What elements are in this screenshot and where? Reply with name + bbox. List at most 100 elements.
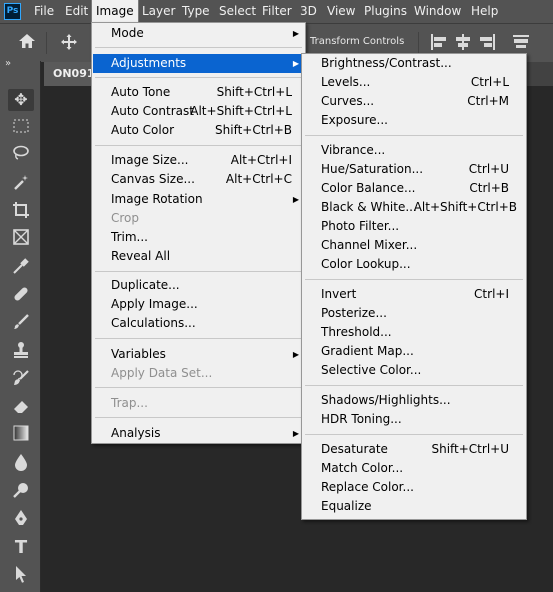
menu-item-channel-mixer[interactable]: Channel Mixer...	[303, 236, 525, 255]
menu-item-shortcut: Shift+Ctrl+L	[216, 85, 292, 99]
menu-item-invert[interactable]: Invert Ctrl+I	[303, 285, 525, 304]
menu-file[interactable]: File	[30, 0, 58, 23]
menu-item-image-rotation[interactable]: Image Rotation ▶	[93, 190, 304, 209]
brush-tool-icon[interactable]	[8, 313, 34, 335]
image-menu: Mode ▶ Adjustments ▶ Auto Tone Shift+Ctrl+L…	[91, 22, 306, 444]
menu-item-color-balance[interactable]: Color Balance... Ctrl+B	[303, 179, 525, 198]
menu-window[interactable]: Window	[410, 0, 465, 23]
menu-item-threshold[interactable]: Threshold...	[303, 323, 525, 342]
menu-item-label: HDR Toning...	[321, 412, 402, 426]
menu-item-auto-contrast[interactable]: Auto Contrast Alt+Shift+Ctrl+L	[93, 102, 304, 121]
submenu-arrow-icon: ▶	[292, 429, 299, 438]
menu-item-label: Curves...	[321, 94, 375, 108]
menu-help[interactable]: Help	[467, 0, 502, 23]
healing-tool-icon[interactable]	[8, 285, 34, 307]
dodge-tool-icon[interactable]	[8, 481, 34, 503]
photoshop-logo[interactable]: Ps	[4, 3, 21, 20]
menu-item-canvas-size[interactable]: Canvas Size... Alt+Ctrl+C	[93, 170, 304, 189]
menu-type[interactable]: Type	[178, 0, 214, 23]
menu-item-selective-color[interactable]: Selective Color...	[303, 361, 525, 380]
align-left-icon[interactable]	[430, 33, 448, 51]
menu-separator	[305, 135, 523, 136]
frame-tool-icon[interactable]	[8, 229, 34, 251]
menu-item-color-lookup[interactable]: Color Lookup...	[303, 255, 525, 274]
menu-item-shortcut: Alt+Ctrl+C	[225, 172, 292, 186]
stamp-tool-icon[interactable]	[8, 341, 34, 363]
blur-tool-icon[interactable]	[8, 453, 34, 475]
menu-item-equalize[interactable]: Equalize	[303, 497, 525, 516]
move-tool-icon[interactable]: ✥	[8, 89, 34, 111]
menu-item-desaturate[interactable]: Desaturate Shift+Ctrl+U	[303, 440, 525, 459]
menu-3d[interactable]: 3D	[296, 0, 321, 23]
menubar: Ps File Edit Image Layer Type Select Fil…	[0, 0, 553, 24]
menu-item-exposure[interactable]: Exposure...	[303, 111, 525, 130]
menu-item-duplicate[interactable]: Duplicate...	[93, 276, 304, 295]
tools-panel: » ✥ T	[0, 58, 41, 592]
menu-item-label: Color Balance...	[321, 181, 416, 195]
menu-item-reveal-all[interactable]: Reveal All	[93, 247, 304, 266]
collapse-panel-icon[interactable]: »	[5, 58, 11, 69]
gradient-tool-icon[interactable]	[8, 425, 34, 447]
move-icon[interactable]	[60, 33, 78, 56]
home-icon[interactable]	[17, 31, 37, 56]
menu-item-levels[interactable]: Levels... Ctrl+L	[303, 73, 525, 92]
submenu-arrow-icon: ▶	[292, 350, 299, 359]
menu-item-label: Channel Mixer...	[321, 238, 418, 252]
menu-layer[interactable]: Layer	[138, 0, 179, 23]
menu-item-vibrance[interactable]: Vibrance...	[303, 141, 525, 160]
eraser-tool-icon[interactable]	[8, 397, 34, 419]
type-tool-icon[interactable]: T	[8, 537, 34, 559]
menu-item-variables[interactable]: Variables ▶	[93, 345, 304, 364]
eyedropper-tool-icon[interactable]	[8, 257, 34, 279]
align-right-icon[interactable]	[478, 33, 496, 51]
history-brush-tool-icon[interactable]	[8, 369, 34, 391]
menu-view[interactable]: View	[323, 0, 359, 23]
marquee-tool-icon[interactable]	[8, 117, 34, 139]
menu-item-brightness-contrast[interactable]: Brightness/Contrast...	[303, 54, 525, 73]
menu-item-label: Auto Contrast	[111, 104, 194, 118]
menu-item-apply-data-set: Apply Data Set...	[93, 364, 304, 383]
menu-item-hue-saturation[interactable]: Hue/Saturation... Ctrl+U	[303, 160, 525, 179]
magic-wand-tool-icon[interactable]	[8, 173, 34, 195]
path-selection-tool-icon[interactable]	[8, 565, 34, 587]
menu-item-label: Calculations...	[111, 316, 196, 330]
menu-select[interactable]: Select	[215, 0, 260, 23]
align-top-icon[interactable]	[512, 33, 530, 51]
menu-item-photo-filter[interactable]: Photo Filter...	[303, 217, 525, 236]
menu-item-posterize[interactable]: Posterize...	[303, 304, 525, 323]
menu-item-shadows-highlights[interactable]: Shadows/Highlights...	[303, 391, 525, 410]
menu-item-label: Crop	[111, 211, 140, 225]
lasso-tool-icon[interactable]	[8, 145, 34, 167]
align-center-icon[interactable]	[454, 33, 472, 51]
menu-item-gradient-map[interactable]: Gradient Map...	[303, 342, 525, 361]
menu-edit[interactable]: Edit	[61, 0, 92, 23]
menu-item-calculations[interactable]: Calculations...	[93, 314, 304, 333]
menu-separator	[305, 385, 523, 386]
menu-item-black-white[interactable]: Black & White... Alt+Shift+Ctrl+B	[303, 198, 525, 217]
menu-item-shortcut: Shift+Ctrl+U	[431, 442, 509, 456]
menu-item-auto-color[interactable]: Auto Color Shift+Ctrl+B	[93, 121, 304, 140]
menu-item-match-color[interactable]: Match Color...	[303, 459, 525, 478]
menu-separator	[305, 434, 523, 435]
menu-item-label: Hue/Saturation...	[321, 162, 424, 176]
menu-item-trim[interactable]: Trim...	[93, 228, 304, 247]
menu-item-adjustments[interactable]: Adjustments ▶	[93, 54, 304, 73]
menu-image[interactable]: Image	[91, 0, 139, 24]
menu-item-shortcut: Ctrl+M	[467, 94, 509, 108]
menu-item-mode[interactable]: Mode ▶	[93, 24, 304, 43]
transform-controls-label[interactable]: Transform Controls	[310, 36, 404, 47]
menu-item-shortcut: Ctrl+U	[468, 162, 509, 176]
pen-tool-icon[interactable]	[8, 509, 34, 531]
menu-item-analysis[interactable]: Analysis ▶	[93, 424, 304, 443]
menu-item-curves[interactable]: Curves... Ctrl+M	[303, 92, 525, 111]
submenu-arrow-icon: ▶	[292, 29, 299, 38]
menu-item-replace-color[interactable]: Replace Color...	[303, 478, 525, 497]
crop-tool-icon[interactable]	[8, 201, 34, 223]
menu-plugins[interactable]: Plugins	[360, 0, 411, 23]
menu-item-label: Photo Filter...	[321, 219, 400, 233]
menu-filter[interactable]: Filter	[258, 0, 296, 23]
menu-item-hdr-toning[interactable]: HDR Toning...	[303, 410, 525, 429]
menu-item-apply-image[interactable]: Apply Image...	[93, 295, 304, 314]
menu-item-image-size[interactable]: Image Size... Alt+Ctrl+I	[93, 151, 304, 170]
menu-item-auto-tone[interactable]: Auto Tone Shift+Ctrl+L	[93, 83, 304, 102]
